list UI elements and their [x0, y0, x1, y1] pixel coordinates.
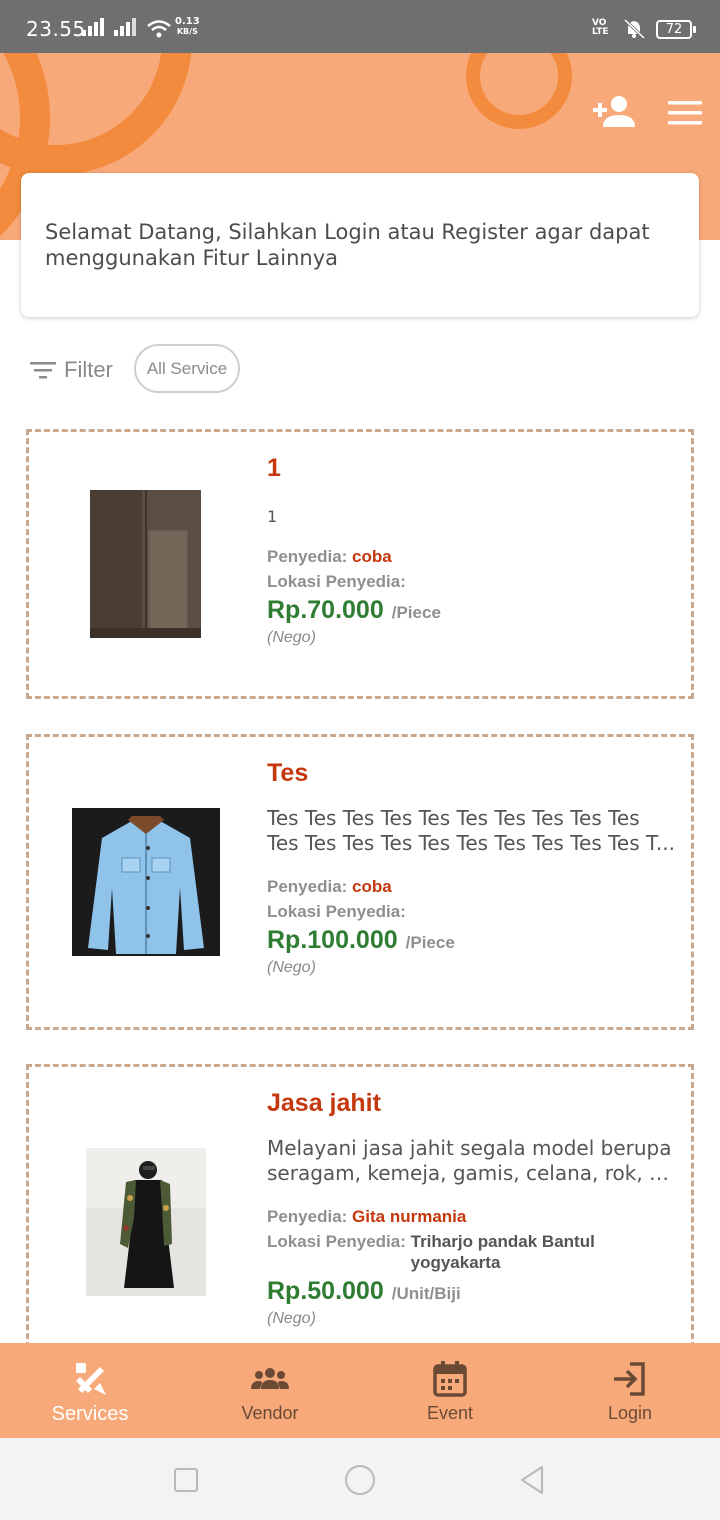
nav-services[interactable]: Services	[0, 1343, 180, 1438]
all-service-chip[interactable]: All Service	[134, 344, 240, 393]
provider-label: Penyedia:	[267, 547, 348, 566]
service-card[interactable]: 1 1 Penyedia: coba Lokasi Penyedia: Rp.7…	[26, 429, 694, 699]
nego-label: (Nego)	[267, 959, 316, 976]
welcome-line-1: Selamat Datang, Silahkan Login atau Regi…	[45, 220, 650, 244]
description-line: Tes Tes Tes Tes Tes Tes Tes Tes Tes Tes …	[267, 831, 675, 855]
signal-icon	[114, 18, 136, 36]
status-bar: 23.55 0.13 KB/S VO LTE 72	[0, 0, 720, 53]
volte-text-2: LTE	[592, 27, 609, 37]
net-speed: 0.13 KB/S	[175, 17, 200, 37]
header-decoration	[0, 53, 192, 175]
service-image	[90, 490, 201, 638]
nego-label: (Nego)	[267, 1310, 316, 1327]
door-room-photo	[90, 490, 201, 638]
provider-label: Penyedia:	[267, 877, 348, 896]
menu-button[interactable]	[664, 93, 712, 133]
system-navigation-bar	[0, 1438, 720, 1520]
location-label: Lokasi Penyedia:	[267, 902, 406, 921]
bottom-navigation: Services Vendor Event Login	[0, 1343, 720, 1438]
recents-square-icon	[174, 1468, 198, 1492]
net-speed-value: 0.13	[175, 16, 200, 27]
price-value: Rp.100.000	[267, 926, 398, 954]
register-button[interactable]	[590, 93, 638, 133]
hamburger-menu-icon	[668, 101, 702, 125]
filter-label: Filter	[64, 357, 113, 382]
welcome-card: Selamat Datang, Silahkan Login atau Regi…	[21, 173, 699, 317]
service-image	[86, 1148, 206, 1296]
back-triangle-icon	[521, 1466, 543, 1494]
description-line: 1	[267, 507, 278, 526]
signal-icon	[82, 18, 104, 36]
location-row: Lokasi Penyedia:	[267, 569, 406, 594]
provider-name[interactable]: coba	[352, 877, 392, 896]
provider-row: Penyedia: coba	[267, 874, 392, 899]
price-unit: /Piece	[391, 603, 441, 622]
hijab-dress-photo	[86, 1148, 206, 1296]
location-label: Lokasi Penyedia:	[267, 1232, 406, 1251]
welcome-message: Selamat Datang, Silahkan Login atau Regi…	[45, 219, 675, 271]
service-card[interactable]: Tes Tes Tes Tes Tes Tes Tes Tes Tes Tes …	[26, 734, 694, 1030]
services-tools-icon	[76, 1363, 106, 1395]
add-user-icon	[593, 96, 635, 127]
price-unit: /Piece	[405, 933, 455, 952]
service-title: Tes	[267, 759, 309, 787]
volte-indicator: VO LTE	[592, 19, 609, 37]
service-card[interactable]: Jasa jahit Melayani jasa jahit segala mo…	[26, 1064, 694, 1384]
price-row: Rp.50.000/Unit/Biji	[267, 1277, 461, 1306]
location-row: Lokasi Penyedia:	[267, 899, 406, 924]
location-line: Triharjo pandak Bantul	[410, 1232, 595, 1251]
nav-label: Login	[607, 1403, 653, 1423]
service-description: 1	[267, 504, 677, 529]
status-time: 23.55	[26, 17, 86, 41]
provider-row: Penyedia: coba	[267, 544, 392, 569]
provider-name[interactable]: coba	[352, 547, 392, 566]
nav-label: Event	[426, 1403, 474, 1423]
location-value: Triharjo pandak Bantul yogyakarta	[411, 1229, 595, 1273]
description-line: Melayani jasa jahit segala model berupa	[267, 1136, 672, 1160]
provider-row: Penyedia: Gita nurmania	[267, 1204, 466, 1229]
denim-jacket-photo	[72, 808, 220, 956]
event-calendar-icon	[433, 1361, 467, 1397]
app-screen: 23.55 0.13 KB/S VO LTE 72 Selamat Datang…	[0, 0, 720, 1520]
location-label: Lokasi Penyedia:	[267, 572, 406, 591]
price-row: Rp.100.000/Piece	[267, 926, 455, 955]
location-line: yogyakarta	[410, 1253, 501, 1272]
price-row: Rp.70.000/Piece	[267, 596, 441, 625]
header-decoration	[466, 53, 572, 129]
nav-login[interactable]: Login	[540, 1343, 720, 1438]
description-line: seragam, kemeja, gamis, celana, rok, muk…	[267, 1161, 677, 1185]
service-image	[72, 808, 220, 956]
nav-event[interactable]: Event	[360, 1343, 540, 1438]
service-title: Jasa jahit	[267, 1089, 381, 1117]
service-title: 1	[267, 454, 281, 482]
battery-icon: 72	[656, 20, 696, 39]
mute-icon	[623, 18, 646, 40]
wifi-icon	[147, 20, 171, 38]
vendor-group-icon	[251, 1368, 289, 1389]
login-icon	[614, 1362, 645, 1396]
service-description: Tes Tes Tes Tes Tes Tes Tes Tes Tes Tes …	[267, 806, 677, 856]
nav-vendor[interactable]: Vendor	[180, 1343, 360, 1438]
net-speed-unit: KB/S	[176, 27, 198, 36]
nego-label: (Nego)	[267, 629, 316, 646]
service-description: Melayani jasa jahit segala model berupa …	[267, 1136, 677, 1186]
back-button[interactable]	[514, 1462, 550, 1498]
home-circle-icon	[345, 1465, 375, 1495]
price-value: Rp.50.000	[267, 1277, 384, 1305]
provider-name[interactable]: Gita nurmania	[352, 1207, 466, 1226]
description-line: Tes Tes Tes Tes Tes Tes Tes Tes Tes Tes	[267, 806, 640, 830]
home-button[interactable]	[342, 1462, 378, 1498]
welcome-line-2: menggunakan Fitur Lainnya	[45, 246, 339, 270]
location-row: Lokasi Penyedia: Triharjo pandak Bantul y…	[267, 1229, 595, 1273]
filter-icon	[30, 362, 56, 379]
filter-button[interactable]: Filter	[30, 352, 113, 388]
price-value: Rp.70.000	[267, 596, 384, 624]
nav-label: Services	[51, 1403, 129, 1425]
recents-button[interactable]	[168, 1462, 204, 1498]
provider-label: Penyedia:	[267, 1207, 348, 1226]
price-unit: /Unit/Biji	[391, 1284, 461, 1303]
nav-label: Vendor	[241, 1403, 299, 1423]
